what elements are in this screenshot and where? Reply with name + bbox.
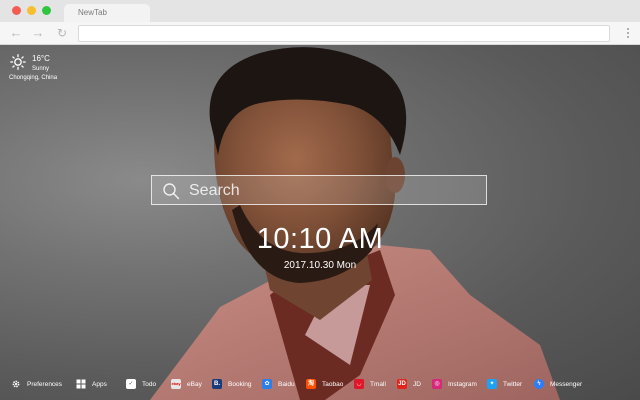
preferences-label: Preferences bbox=[27, 380, 63, 388]
messenger-shortcut[interactable]: ϟ Messenger bbox=[534, 377, 582, 391]
tmall-label: Tmall bbox=[370, 380, 386, 388]
forward-arrow-icon[interactable]: → bbox=[30, 25, 46, 41]
new-tab-page: 16°C Sunny Chongqing, China Search 10:10… bbox=[0, 45, 640, 400]
weather-temperature: 16°C bbox=[32, 54, 50, 63]
tab-newtab[interactable]: NewTab bbox=[64, 4, 150, 22]
instagram-icon: ◎ bbox=[432, 379, 442, 389]
twitter-icon: ✦ bbox=[487, 379, 497, 389]
gear-icon bbox=[12, 380, 20, 388]
apps-label: Apps bbox=[92, 380, 107, 388]
booking-label: Booking bbox=[228, 380, 252, 388]
checkbox-icon: ✓ bbox=[126, 379, 136, 389]
jd-shortcut[interactable]: JD JD bbox=[397, 377, 421, 391]
clock-date: 2017.10.30 Mon bbox=[283, 260, 357, 271]
search-placeholder: Search bbox=[189, 182, 240, 199]
taobao-shortcut[interactable]: 淘 Taobao bbox=[306, 377, 343, 391]
ebay-shortcut[interactable]: ebay eBay bbox=[171, 377, 202, 391]
address-bar[interactable] bbox=[78, 25, 610, 42]
ebay-label: eBay bbox=[187, 380, 202, 388]
instagram-label: Instagram bbox=[448, 380, 477, 388]
tmall-shortcut[interactable]: ◡ Tmall bbox=[354, 377, 386, 391]
clock-time: 10:10 AM bbox=[256, 223, 384, 255]
tab-strip: NewTab bbox=[0, 0, 640, 22]
baidu-label: Baidu bbox=[278, 380, 295, 388]
tmall-icon: ◡ bbox=[354, 379, 364, 389]
taobao-label: Taobao bbox=[322, 380, 344, 388]
booking-shortcut[interactable]: B. Booking bbox=[212, 377, 252, 391]
twitter-label: Twitter bbox=[503, 380, 523, 388]
baidu-shortcut[interactable]: ✿ Baidu bbox=[262, 377, 295, 391]
maximize-window-button[interactable] bbox=[42, 6, 51, 15]
jd-icon: JD bbox=[397, 379, 407, 389]
jd-label: JD bbox=[413, 380, 421, 388]
messenger-label: Messenger bbox=[550, 380, 583, 388]
taobao-icon: 淘 bbox=[306, 379, 316, 389]
close-window-button[interactable] bbox=[12, 6, 21, 15]
browser-menu-icon[interactable] bbox=[627, 28, 630, 40]
todo-button[interactable]: ✓ Todo bbox=[126, 377, 156, 391]
todo-label: Todo bbox=[142, 380, 157, 388]
ebay-icon: ebay bbox=[171, 379, 181, 389]
twitter-shortcut[interactable]: ✦ Twitter bbox=[487, 377, 522, 391]
instagram-shortcut[interactable]: ◎ Instagram bbox=[432, 377, 477, 391]
browser-toolbar: ← → ↻ bbox=[0, 22, 640, 45]
search-input[interactable]: Search bbox=[151, 175, 487, 205]
apps-button[interactable]: Apps bbox=[76, 377, 107, 391]
preferences-button[interactable]: Preferences bbox=[11, 377, 62, 391]
messenger-icon: ϟ bbox=[534, 379, 544, 389]
back-arrow-icon[interactable]: ← bbox=[8, 25, 24, 41]
baidu-icon: ✿ bbox=[262, 379, 272, 389]
reload-icon[interactable]: ↻ bbox=[54, 25, 70, 41]
grid-icon bbox=[76, 379, 86, 389]
weather-condition: Sunny bbox=[32, 66, 50, 72]
booking-icon: B. bbox=[212, 379, 222, 389]
weather-location: Chongqing, China bbox=[9, 75, 58, 81]
search-icon bbox=[163, 183, 180, 200]
minimize-window-button[interactable] bbox=[27, 6, 36, 15]
sun-icon bbox=[10, 54, 26, 70]
shortcut-bar: Preferences Apps ✓ Todo ebay eBay B. Boo… bbox=[0, 377, 640, 391]
